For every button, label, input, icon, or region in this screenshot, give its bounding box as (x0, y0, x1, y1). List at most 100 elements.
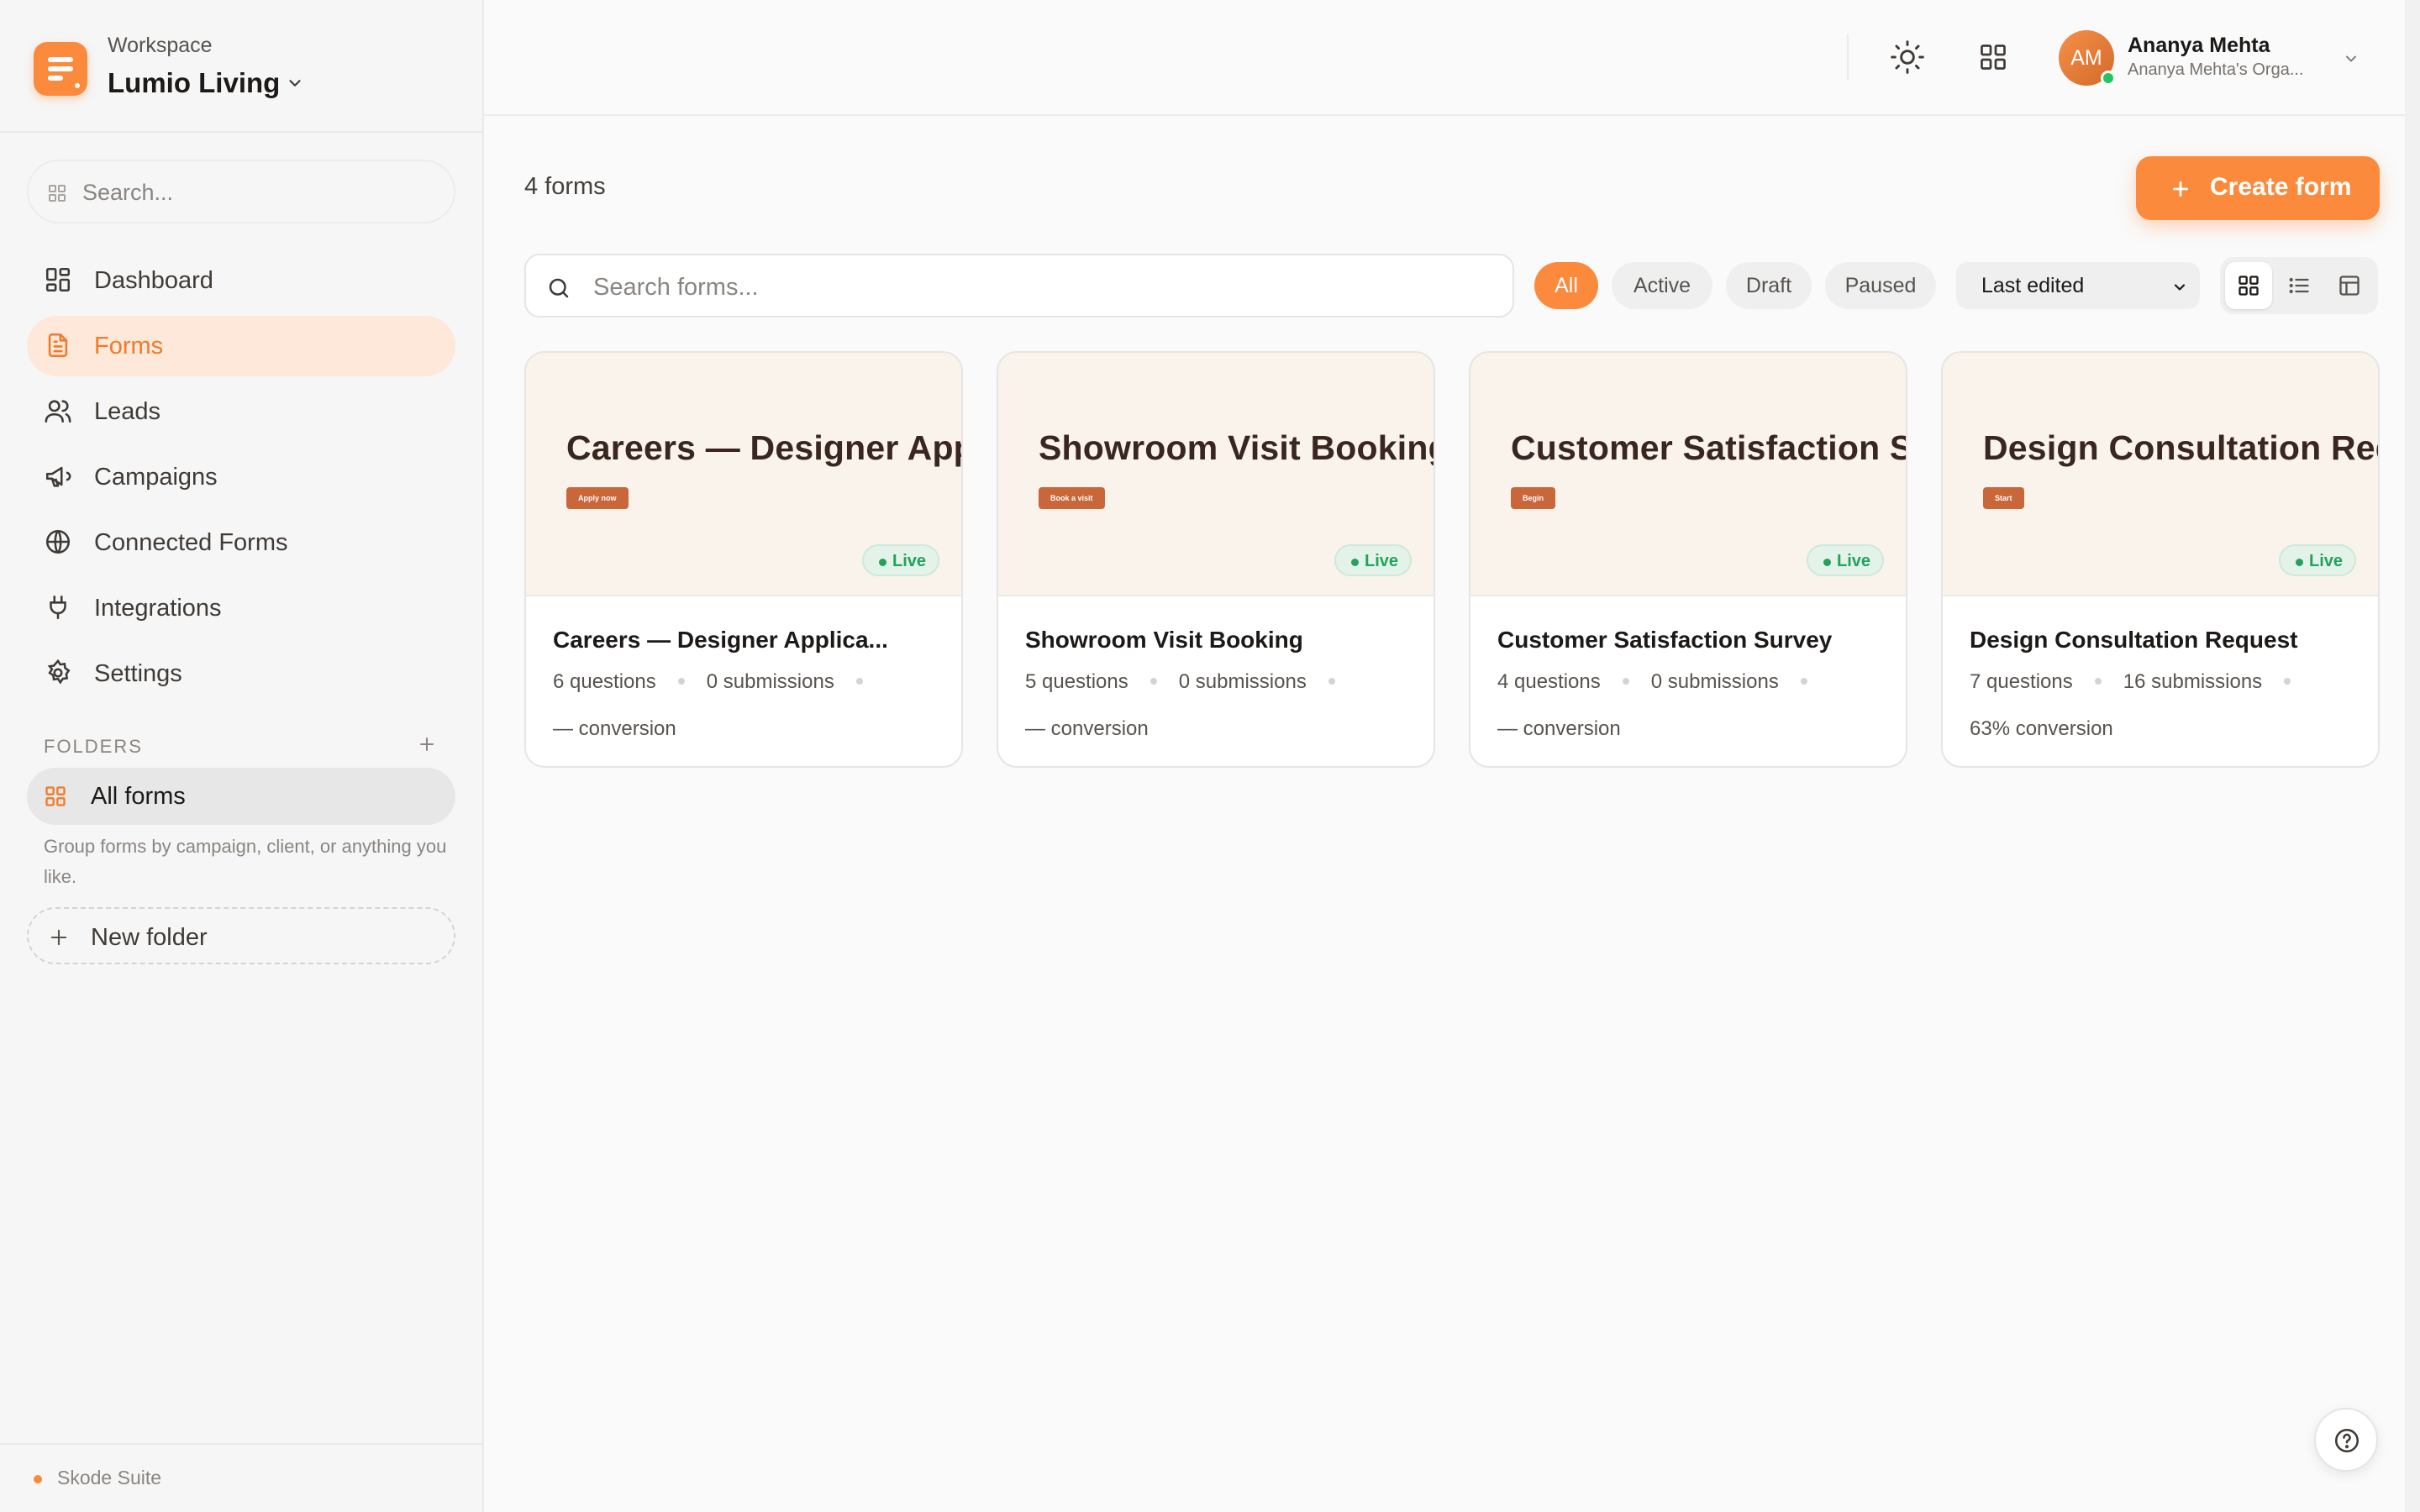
form-stats: 6 questions 0 submissions (553, 670, 885, 694)
live-dot-icon (2296, 559, 2303, 566)
live-dot-icon (1823, 559, 1831, 566)
workspace-name[interactable]: Lumio Living (108, 67, 280, 99)
workspace-label: Workspace (108, 34, 213, 57)
form-preview: Design Consultation Request Start Live (1943, 353, 2378, 596)
chevron-down-icon[interactable] (2343, 50, 2360, 67)
conversion-rate: — conversion (1497, 717, 1621, 740)
grid-view-button[interactable] (2225, 262, 2272, 309)
status-badge: Live (1334, 544, 1412, 576)
form-card[interactable]: Careers — Designer Application Apply now… (524, 351, 963, 768)
chevron-down-icon (2171, 279, 2188, 296)
users-icon (44, 396, 72, 425)
form-card[interactable]: Design Consultation Request Start Live D… (1941, 351, 2380, 768)
user-organization: Ananya Mehta's Orga... (2128, 60, 2304, 79)
sidebar-item-forms[interactable]: Forms (27, 316, 455, 376)
submissions-count: 0 submissions (1178, 670, 1307, 693)
preview-button: Book a visit (1039, 487, 1105, 509)
preview-title: Careers — Designer Application (566, 428, 961, 467)
sidebar-item-campaigns[interactable]: Campaigns (27, 447, 455, 507)
sidebar-footer: Skode Suite (0, 1443, 482, 1512)
status-label: Live (1365, 552, 1399, 570)
plus-icon (47, 926, 71, 949)
form-card[interactable]: Customer Satisfaction Survey Begin Live … (1469, 351, 1907, 768)
form-card[interactable]: Showroom Visit Booking Book a visit Live… (997, 351, 1435, 768)
divider (1847, 34, 1849, 81)
questions-count: 7 questions (1970, 670, 2073, 693)
form-stats: 7 questions 16 submissions (1970, 670, 2312, 694)
footer-brand: Skode Suite (57, 1467, 162, 1488)
preview-title: Customer Satisfaction Survey (1511, 428, 1906, 467)
sidebar-item-leads[interactable]: Leads (27, 381, 455, 442)
submissions-count: 0 submissions (706, 670, 834, 693)
grid-icon (47, 183, 67, 203)
sidebar-item-dashboard[interactable]: Dashboard (27, 250, 455, 311)
folder-label: All forms (91, 783, 186, 810)
form-name[interactable]: Customer Satisfaction Survey (1497, 627, 1832, 654)
sidebar-item-connected-forms[interactable]: Connected Forms (27, 512, 455, 573)
grid-icon (44, 785, 67, 808)
forms-search-input[interactable]: Search forms... (524, 254, 1514, 318)
avatar-initials: AM (2070, 46, 2102, 70)
filter-draft[interactable]: Draft (1726, 262, 1812, 309)
folder-all-forms[interactable]: All forms (27, 768, 455, 825)
forms-search-placeholder: Search forms... (593, 274, 759, 301)
folders-help-text: Group forms by campaign, client, or anyt… (44, 836, 447, 887)
sidebar-item-integrations[interactable]: Integrations (27, 578, 455, 638)
sidebar-search-input[interactable]: Search... (27, 160, 455, 223)
form-stats: 5 questions 0 submissions (1025, 670, 1357, 694)
form-preview: Careers — Designer Application Apply now… (526, 353, 961, 596)
preview-button: Start (1983, 487, 2024, 509)
sidebar-item-settings[interactable]: Settings (27, 643, 455, 704)
form-name[interactable]: Careers — Designer Applica... (553, 627, 888, 654)
table-view-icon (2338, 274, 2361, 297)
status-label: Live (1837, 552, 1871, 570)
filter-active[interactable]: Active (1612, 262, 1712, 309)
search-icon (546, 276, 571, 301)
form-name[interactable]: Showroom Visit Booking (1025, 627, 1303, 654)
help-button[interactable] (2314, 1408, 2378, 1472)
form-stats: 4 questions 0 submissions (1497, 670, 1829, 694)
new-folder-button[interactable]: New folder (27, 907, 455, 964)
globe-icon (44, 528, 72, 556)
submissions-count: 16 submissions (2123, 670, 2263, 693)
status-badge: Live (2279, 544, 2356, 576)
list-view-icon (2287, 274, 2311, 297)
filter-paused[interactable]: Paused (1825, 262, 1936, 309)
filter-all[interactable]: All (1534, 262, 1598, 309)
list-view-button[interactable] (2275, 262, 2323, 309)
create-form-label: Create form (2210, 173, 2352, 201)
theme-toggle-sun-icon[interactable] (1889, 39, 1926, 76)
sidebar-item-label: Settings (94, 660, 182, 687)
megaphone-icon (44, 462, 72, 491)
dashboard-icon (44, 265, 72, 294)
brand-dot-icon (34, 1475, 42, 1483)
status-label: Live (892, 552, 927, 570)
table-view-button[interactable] (2326, 262, 2373, 309)
plug-icon (44, 593, 72, 622)
view-toggle (2220, 257, 2378, 314)
folders-heading: FOLDERS (44, 736, 143, 757)
submissions-count: 0 submissions (1650, 670, 1779, 693)
form-name[interactable]: Design Consultation Request (1970, 627, 2297, 654)
conversion-rate: — conversion (553, 717, 676, 740)
online-status-icon (2101, 71, 2116, 86)
chevron-down-icon[interactable] (286, 74, 304, 92)
sidebar-item-label: Dashboard (94, 267, 213, 294)
create-form-button[interactable]: Create form (2136, 156, 2380, 220)
add-folder-icon[interactable] (417, 734, 437, 754)
top-bar: AM Ananya Mehta Ananya Mehta's Orga... (484, 0, 2420, 116)
workspace-switcher[interactable]: Workspace Lumio Living (0, 0, 482, 133)
sort-select[interactable]: Last edited (1956, 262, 2200, 309)
conversion-rate: 63% conversion (1970, 717, 2113, 740)
sidebar-item-label: Forms (94, 333, 164, 360)
avatar[interactable]: AM (2059, 30, 2116, 86)
live-dot-icon (1351, 559, 1359, 566)
apps-grid-icon[interactable] (1978, 42, 2008, 72)
app-logo-icon (34, 42, 87, 96)
user-name[interactable]: Ananya Mehta (2128, 34, 2270, 58)
sidebar: Workspace Lumio Living Search... Dashboa… (0, 0, 484, 1512)
status-badge: Live (862, 544, 939, 576)
scrollbar[interactable] (2405, 0, 2420, 1512)
new-folder-label: New folder (91, 924, 208, 951)
preview-button: Apply now (566, 487, 629, 509)
